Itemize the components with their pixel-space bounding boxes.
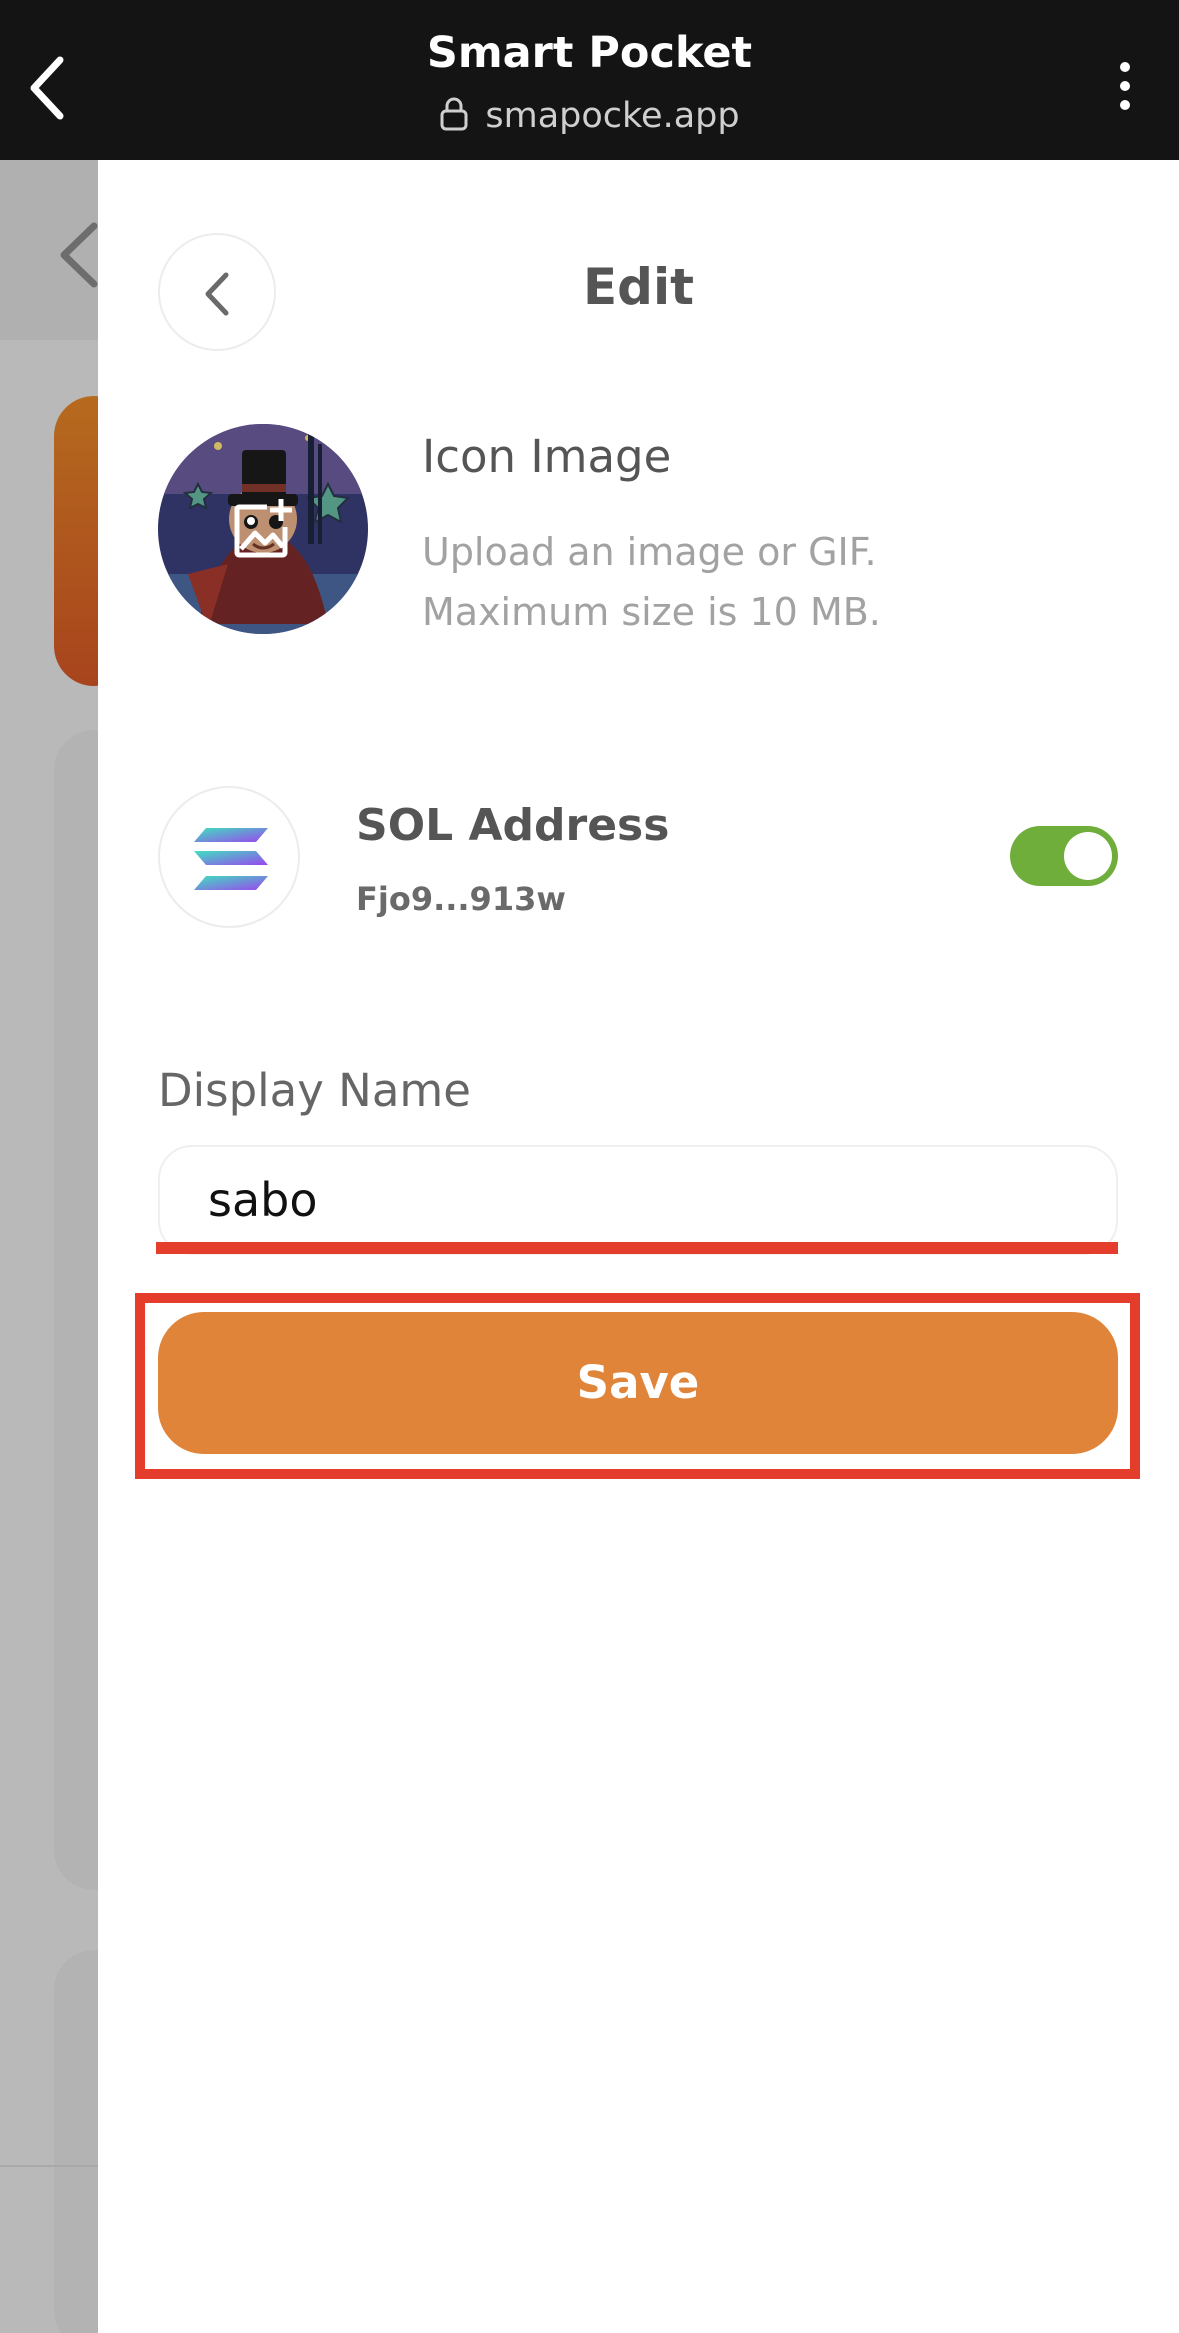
display-name-input[interactable] xyxy=(158,1145,1118,1255)
browser-title: Smart Pocket xyxy=(426,28,753,78)
dimmed-background-page xyxy=(0,160,98,2333)
background-card xyxy=(54,730,98,1890)
background-chevron-left-icon xyxy=(60,222,98,288)
image-add-icon xyxy=(234,499,292,558)
browser-top-bar: Smart Pocket smapocke.app xyxy=(0,0,1179,160)
more-vertical-icon[interactable] xyxy=(1117,62,1133,114)
browser-url[interactable]: smapocke.app xyxy=(0,96,1179,136)
edit-panel: Edit Icon Image Upload an image or GIF. … xyxy=(98,160,1179,2333)
background-card xyxy=(54,1950,98,2333)
icon-image-description-line: Upload an image or GIF. xyxy=(422,530,877,574)
avatar-upload-button[interactable] xyxy=(158,424,368,634)
sol-address-toggle[interactable] xyxy=(1010,826,1118,886)
toggle-knob xyxy=(1064,832,1112,880)
background-divider xyxy=(0,2165,98,2167)
icon-image-description: Upload an image or GIF. Maximum size is … xyxy=(422,522,881,642)
sol-logo xyxy=(158,786,300,928)
lock-icon xyxy=(440,97,468,131)
icon-image-description-line: Maximum size is 10 MB. xyxy=(422,590,881,634)
solana-icon xyxy=(194,828,268,890)
icon-image-title: Icon Image xyxy=(422,430,672,483)
save-button[interactable]: Save xyxy=(158,1312,1118,1454)
display-name-label: Display Name xyxy=(158,1064,471,1117)
browser-url-text: smapocke.app xyxy=(485,96,740,136)
page-title: Edit xyxy=(583,258,694,316)
sol-address-title: SOL Address xyxy=(356,800,670,851)
input-highlight-underline xyxy=(156,1242,1118,1254)
background-orange-card xyxy=(54,396,98,686)
sol-address-value: Fjo9...913w xyxy=(356,880,566,918)
